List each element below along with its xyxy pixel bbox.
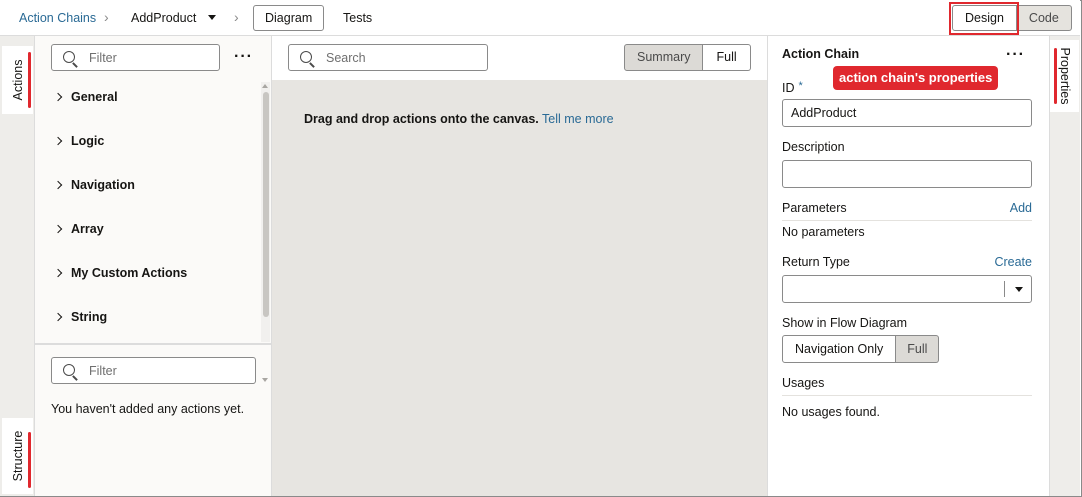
section-divider (782, 220, 1032, 221)
category-label: Navigation (71, 178, 135, 192)
search-icon (63, 364, 75, 376)
properties-panel: Action Chain ··· action chain's properti… (767, 36, 1049, 496)
category-string[interactable]: String (53, 307, 108, 327)
active-tab-indicator (1054, 48, 1057, 104)
more-options-icon[interactable]: ··· (234, 49, 253, 65)
id-label: ID * (782, 80, 803, 95)
canvas-mode-toggle: Summary Full (624, 44, 751, 71)
category-general[interactable]: General (53, 87, 118, 107)
description-field[interactable] (782, 160, 1032, 188)
category-label: General (71, 90, 118, 104)
no-parameters-text: No parameters (782, 225, 865, 239)
breadcrumb-chevron-icon: › (104, 9, 109, 25)
id-label-text: ID (782, 81, 795, 95)
breadcrumb-action-chains[interactable]: Action Chains (19, 11, 96, 25)
chevron-right-icon (53, 312, 63, 322)
tab-tests[interactable]: Tests (331, 5, 384, 31)
caret-down-icon[interactable] (1015, 287, 1023, 292)
properties-callout: action chain's properties (833, 66, 999, 90)
used-actions-filter-input[interactable] (89, 362, 209, 380)
top-toolbar: Action Chains › AddProduct › Diagram Tes… (0, 0, 1080, 36)
flow-diagram-toggle: Navigation Only Full (782, 335, 940, 363)
actions-panel: ··· General Logic Navigation Array My Cu… (35, 36, 272, 496)
category-label: Array (71, 222, 104, 236)
actions-filter-input[interactable] (89, 49, 209, 67)
parameters-label: Parameters (782, 201, 847, 215)
tab-structure-label: Structure (10, 430, 25, 482)
right-tab-strip: Properties (1049, 36, 1080, 496)
canvas-search-input[interactable] (326, 49, 446, 67)
category-label: My Custom Actions (71, 266, 188, 280)
canvas-toolbar: Summary Full (272, 36, 767, 80)
full-button[interactable]: Full (703, 44, 751, 71)
diagram-canvas[interactable]: Summary Full Drag and drop actions onto … (272, 36, 767, 496)
breadcrumb-current[interactable]: AddProduct (131, 11, 196, 25)
left-tab-strip: Actions Structure (0, 36, 35, 496)
code-button[interactable]: Code (1016, 5, 1072, 31)
panel-divider[interactable] (35, 343, 272, 345)
search-icon (300, 51, 312, 63)
summary-button[interactable]: Summary (624, 44, 704, 71)
category-my-custom-actions[interactable]: My Custom Actions (53, 263, 188, 283)
flow-diagram-label: Show in Flow Diagram (782, 316, 908, 330)
active-tab-indicator (28, 432, 31, 488)
category-array[interactable]: Array (53, 219, 104, 239)
add-parameter-link[interactable]: Add (1010, 201, 1032, 215)
flow-full-button[interactable]: Full (896, 335, 940, 363)
chevron-right-icon (53, 180, 63, 190)
tab-actions[interactable]: Actions (2, 46, 33, 114)
select-separator (1004, 281, 1005, 297)
breadcrumb-chevron-icon: › (234, 9, 239, 25)
search-icon (63, 51, 75, 63)
description-label: Description (782, 140, 845, 154)
return-type-select[interactable] (782, 275, 1032, 303)
category-logic[interactable]: Logic (53, 131, 105, 151)
chevron-right-icon (53, 92, 63, 102)
tab-structure[interactable]: Structure (2, 418, 33, 494)
no-usages-text: No usages found. (782, 405, 880, 419)
actions-scrollbar[interactable] (261, 82, 270, 382)
empty-actions-message: You haven't added any actions yet. (51, 402, 245, 416)
active-tab-indicator (28, 52, 31, 108)
canvas-hint: Drag and drop actions onto the canvas. T… (304, 112, 614, 126)
tab-actions-label: Actions (10, 59, 25, 101)
section-divider (782, 395, 1032, 396)
category-label: String (71, 310, 108, 324)
more-options-icon[interactable]: ··· (1006, 47, 1025, 63)
canvas-search (288, 44, 488, 71)
design-button[interactable]: Design (952, 5, 1017, 31)
create-type-link[interactable]: Create (994, 255, 1032, 269)
tab-diagram[interactable]: Diagram (253, 5, 325, 31)
chevron-right-icon (53, 224, 63, 234)
navigation-only-button[interactable]: Navigation Only (782, 335, 897, 363)
view-toggle: Design Code (952, 5, 1072, 31)
tab-properties-label: Properties (1057, 47, 1072, 105)
tell-me-more-link[interactable]: Tell me more (542, 112, 614, 126)
canvas-hint-text: Drag and drop actions onto the canvas. (304, 112, 539, 126)
actions-filter (51, 44, 220, 71)
chevron-right-icon (53, 268, 63, 278)
return-type-label: Return Type (782, 255, 850, 269)
tab-properties[interactable]: Properties (1050, 40, 1079, 112)
usages-label: Usages (782, 376, 825, 390)
id-field[interactable] (782, 99, 1032, 127)
chevron-right-icon (53, 136, 63, 146)
properties-title: Action Chain (782, 47, 860, 61)
category-label: Logic (71, 134, 105, 148)
required-marker: * (798, 80, 803, 92)
category-navigation[interactable]: Navigation (53, 175, 135, 195)
used-actions-filter (51, 357, 256, 384)
scroll-up-icon[interactable] (262, 84, 268, 88)
scroll-down-icon[interactable] (262, 378, 268, 382)
scroll-thumb[interactable] (263, 92, 269, 317)
caret-down-icon[interactable] (208, 15, 216, 20)
